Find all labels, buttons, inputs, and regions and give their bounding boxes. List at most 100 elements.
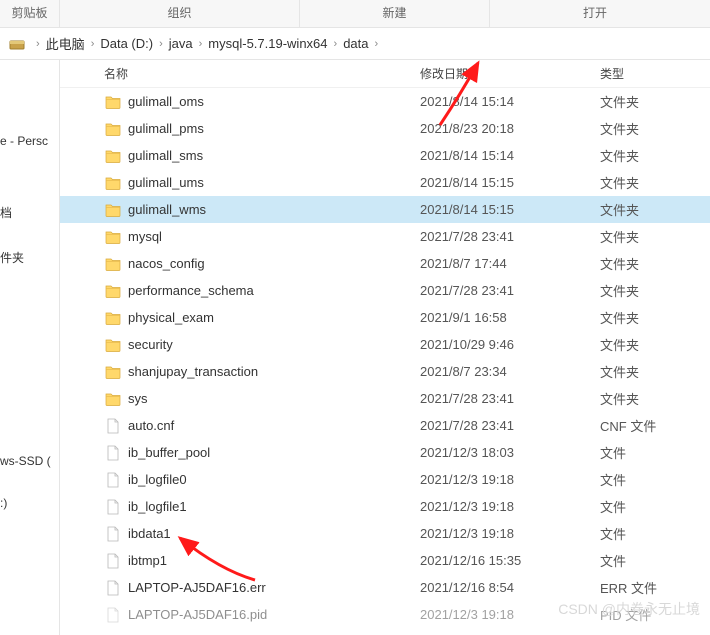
ribbon-group-clipboard[interactable]: 剪贴板 xyxy=(0,0,60,27)
file-row[interactable]: ibdata12021/12/3 19:18文件 xyxy=(60,520,710,547)
file-date: 2021/8/14 15:15 xyxy=(420,175,600,190)
file-name: physical_exam xyxy=(128,310,214,325)
file-date: 2021/8/7 23:34 xyxy=(420,364,600,379)
folder-icon xyxy=(104,174,122,192)
chevron-right-icon[interactable]: › xyxy=(91,38,95,50)
file-name: ib_logfile0 xyxy=(128,472,187,487)
file-row[interactable]: gulimall_sms2021/8/14 15:14文件夹 xyxy=(60,142,710,169)
file-row[interactable]: gulimall_oms 2021/8/14 15:14文件夹 xyxy=(60,88,710,115)
breadcrumb-java[interactable]: java xyxy=(169,36,193,51)
file-date: 2021/9/1 16:58 xyxy=(420,310,600,325)
file-type: 文件夹 xyxy=(600,146,700,165)
chevron-right-icon[interactable]: › xyxy=(334,38,338,50)
file-row[interactable]: ibtmp12021/12/16 15:35文件 xyxy=(60,547,710,574)
file-icon xyxy=(104,471,122,489)
file-name: sys xyxy=(128,391,148,406)
file-type: 文件 xyxy=(600,497,700,516)
address-bar[interactable]: › 此电脑 › Data (D:) › java › mysql-5.7.19-… xyxy=(0,28,710,60)
file-row[interactable]: gulimall_wms 2021/8/14 15:15文件夹 xyxy=(60,196,710,223)
file-name: auto.cnf xyxy=(128,418,174,433)
sidebar-item[interactable]: :) xyxy=(0,482,59,524)
chevron-right-icon[interactable]: › xyxy=(199,38,203,50)
file-type: ERR 文件 xyxy=(600,578,700,597)
file-name: shanjupay_transaction xyxy=(128,364,258,379)
file-date: 2021/12/3 18:03 xyxy=(420,445,600,460)
file-date: 2021/8/7 17:44 xyxy=(420,256,600,271)
sidebar-item[interactable] xyxy=(0,162,59,190)
ribbon-bar: 剪贴板 组织 新建 打开 xyxy=(0,0,710,28)
file-type: 文件夹 xyxy=(600,335,700,354)
sidebar-item[interactable]: e - Persc xyxy=(0,120,59,162)
file-row[interactable]: LAPTOP-AJ5DAF16.err2021/12/16 8:54ERR 文件 xyxy=(60,574,710,601)
chevron-right-icon[interactable]: › xyxy=(36,38,40,50)
chevron-right-icon[interactable]: › xyxy=(159,38,163,50)
breadcrumb-root[interactable]: 此电脑 xyxy=(46,34,85,53)
file-name: gulimall_pms xyxy=(128,121,204,136)
file-icon xyxy=(104,444,122,462)
file-row[interactable]: ib_logfile02021/12/3 19:18文件 xyxy=(60,466,710,493)
breadcrumb-mysql[interactable]: mysql-5.7.19-winx64 xyxy=(208,36,327,51)
file-type: 文件夹 xyxy=(600,362,700,381)
folder-icon xyxy=(104,255,122,273)
ribbon-group-organize[interactable]: 组织 xyxy=(60,0,300,27)
file-icon xyxy=(104,552,122,570)
column-headers: 名称 修改日期 类型 xyxy=(60,60,710,88)
sidebar-item[interactable]: ws-SSD ( xyxy=(0,440,59,482)
file-type: 文件夹 xyxy=(600,200,700,219)
file-row[interactable]: security 2021/10/29 9:46文件夹 xyxy=(60,331,710,358)
file-date: 2021/10/29 9:46 xyxy=(420,337,600,352)
file-name: nacos_config xyxy=(128,256,205,271)
file-name: ibdata1 xyxy=(128,526,171,541)
ribbon-group-new[interactable]: 新建 xyxy=(300,0,490,27)
sidebar-item[interactable]: 件夹 xyxy=(0,235,59,280)
navigation-pane[interactable]: e - Persc 档 件夹 ws-SSD ( :) xyxy=(0,60,60,635)
file-row[interactable]: gulimall_pms2021/8/23 20:18文件夹 xyxy=(60,115,710,142)
file-row[interactable]: ib_logfile12021/12/3 19:18文件 xyxy=(60,493,710,520)
file-name: gulimall_oms xyxy=(128,94,204,109)
file-row[interactable]: performance_schema2021/7/28 23:41文件夹 xyxy=(60,277,710,304)
file-name: security xyxy=(128,337,173,352)
file-row[interactable]: gulimall_ums 2021/8/14 15:15文件夹 xyxy=(60,169,710,196)
file-type: 文件夹 xyxy=(600,308,700,327)
folder-icon xyxy=(104,201,122,219)
file-name: gulimall_wms xyxy=(128,202,206,217)
file-type: 文件 xyxy=(600,551,700,570)
file-type: 文件 xyxy=(600,470,700,489)
file-date: 2021/7/28 23:41 xyxy=(420,418,600,433)
column-header-date[interactable]: 修改日期 xyxy=(420,65,600,82)
file-type: 文件夹 xyxy=(600,92,700,111)
folder-icon xyxy=(104,147,122,165)
column-header-name[interactable]: 名称 xyxy=(100,65,420,82)
column-header-type[interactable]: 类型 xyxy=(600,65,700,82)
file-row[interactable]: shanjupay_transaction 2021/8/7 23:34文件夹 xyxy=(60,358,710,385)
file-row[interactable]: ib_buffer_pool2021/12/3 18:03文件 xyxy=(60,439,710,466)
folder-icon xyxy=(104,390,122,408)
file-date: 2021/12/16 15:35 xyxy=(420,553,600,568)
breadcrumb-data[interactable]: data xyxy=(343,36,368,51)
file-type: 文件夹 xyxy=(600,254,700,273)
folder-icon xyxy=(104,336,122,354)
file-row[interactable]: mysql2021/7/28 23:41文件夹 xyxy=(60,223,710,250)
file-name: LAPTOP-AJ5DAF16.pid xyxy=(128,607,267,622)
file-icon xyxy=(104,579,122,597)
folder-icon xyxy=(104,228,122,246)
file-row[interactable]: physical_exam 2021/9/1 16:58文件夹 xyxy=(60,304,710,331)
file-name: gulimall_ums xyxy=(128,175,204,190)
file-date: 2021/8/14 15:14 xyxy=(420,94,600,109)
file-row[interactable]: nacos_config 2021/8/7 17:44文件夹 xyxy=(60,250,710,277)
file-date: 2021/8/14 15:15 xyxy=(420,202,600,217)
drive-icon xyxy=(8,35,26,53)
folder-icon xyxy=(104,120,122,138)
breadcrumb-drive[interactable]: Data (D:) xyxy=(100,36,153,51)
file-date: 2021/8/23 20:18 xyxy=(420,121,600,136)
file-name: gulimall_sms xyxy=(128,148,203,163)
folder-icon xyxy=(104,282,122,300)
sidebar-item[interactable]: 档 xyxy=(0,190,59,235)
file-row[interactable]: sys2021/7/28 23:41文件夹 xyxy=(60,385,710,412)
file-icon xyxy=(104,498,122,516)
file-row[interactable]: auto.cnf2021/7/28 23:41CNF 文件 xyxy=(60,412,710,439)
chevron-right-icon[interactable]: › xyxy=(375,38,379,50)
file-type: 文件夹 xyxy=(600,173,700,192)
folder-icon xyxy=(104,93,122,111)
ribbon-group-open[interactable]: 打开 xyxy=(490,0,700,27)
